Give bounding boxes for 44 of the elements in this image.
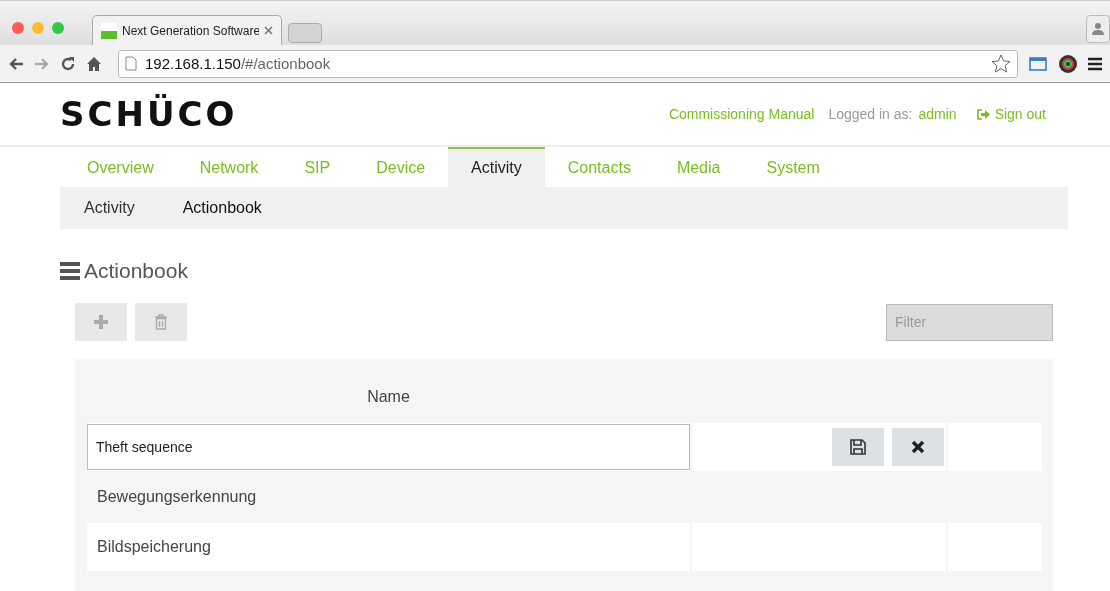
favicon-icon [101,22,117,39]
name-input-field[interactable]: Theft sequence [87,424,690,470]
manual-link[interactable]: Commissioning Manual [668,106,815,122]
nav-tab[interactable]: System [743,147,843,187]
forward-arrow-icon[interactable] [34,56,50,71]
nav-tab[interactable]: SIP [281,147,354,187]
column-header: Name [366,388,411,406]
close-tab-icon[interactable] [264,26,273,35]
browser-tab[interactable]: Next Generation Software [92,15,282,45]
reload-icon[interactable] [60,55,76,72]
trash-icon [154,314,168,330]
close-window-icon[interactable] [12,22,24,34]
window-icon[interactable] [1028,54,1048,73]
list-icon [60,262,80,280]
back-arrow-icon[interactable] [8,56,24,71]
address-bar[interactable]: 192.168.1.150/#/actionbook [118,49,1018,78]
table-cell-text: Bewegungserkennung [96,487,258,507]
nav-tab[interactable]: Activity [448,147,545,187]
sub-tab[interactable]: Activity [60,199,159,217]
nav-tab[interactable]: Device [353,147,449,187]
person-icon [1091,22,1105,36]
page-icon [125,56,137,71]
page-title: Actionbook [84,259,188,283]
username: admin [918,106,957,122]
star-icon[interactable] [991,53,1011,74]
nav-tab[interactable]: Overview [64,147,177,187]
sign-out-link[interactable]: Sign out [976,106,1046,122]
save-button[interactable] [832,428,884,466]
nav-tab[interactable]: Contacts [544,147,654,187]
profile-button[interactable] [1086,15,1110,43]
nav-tab[interactable]: Network [176,147,282,187]
nav-tab[interactable]: Media [653,147,744,187]
home-icon[interactable] [86,55,102,72]
plus-icon [94,315,108,329]
table-cell: Bildspeicherung [87,523,690,571]
sign-out-icon [976,108,990,120]
cancel-button[interactable] [892,428,944,466]
color-wheel-icon[interactable] [1058,53,1078,74]
logo: SCHÜCO [60,94,238,134]
sub-tab[interactable]: Actionbook [158,199,286,217]
logged-in-label: Logged in as: [828,106,913,122]
menu-icon[interactable] [1088,56,1102,71]
filter-field[interactable]: Filter [886,303,1053,341]
close-icon [911,440,925,454]
